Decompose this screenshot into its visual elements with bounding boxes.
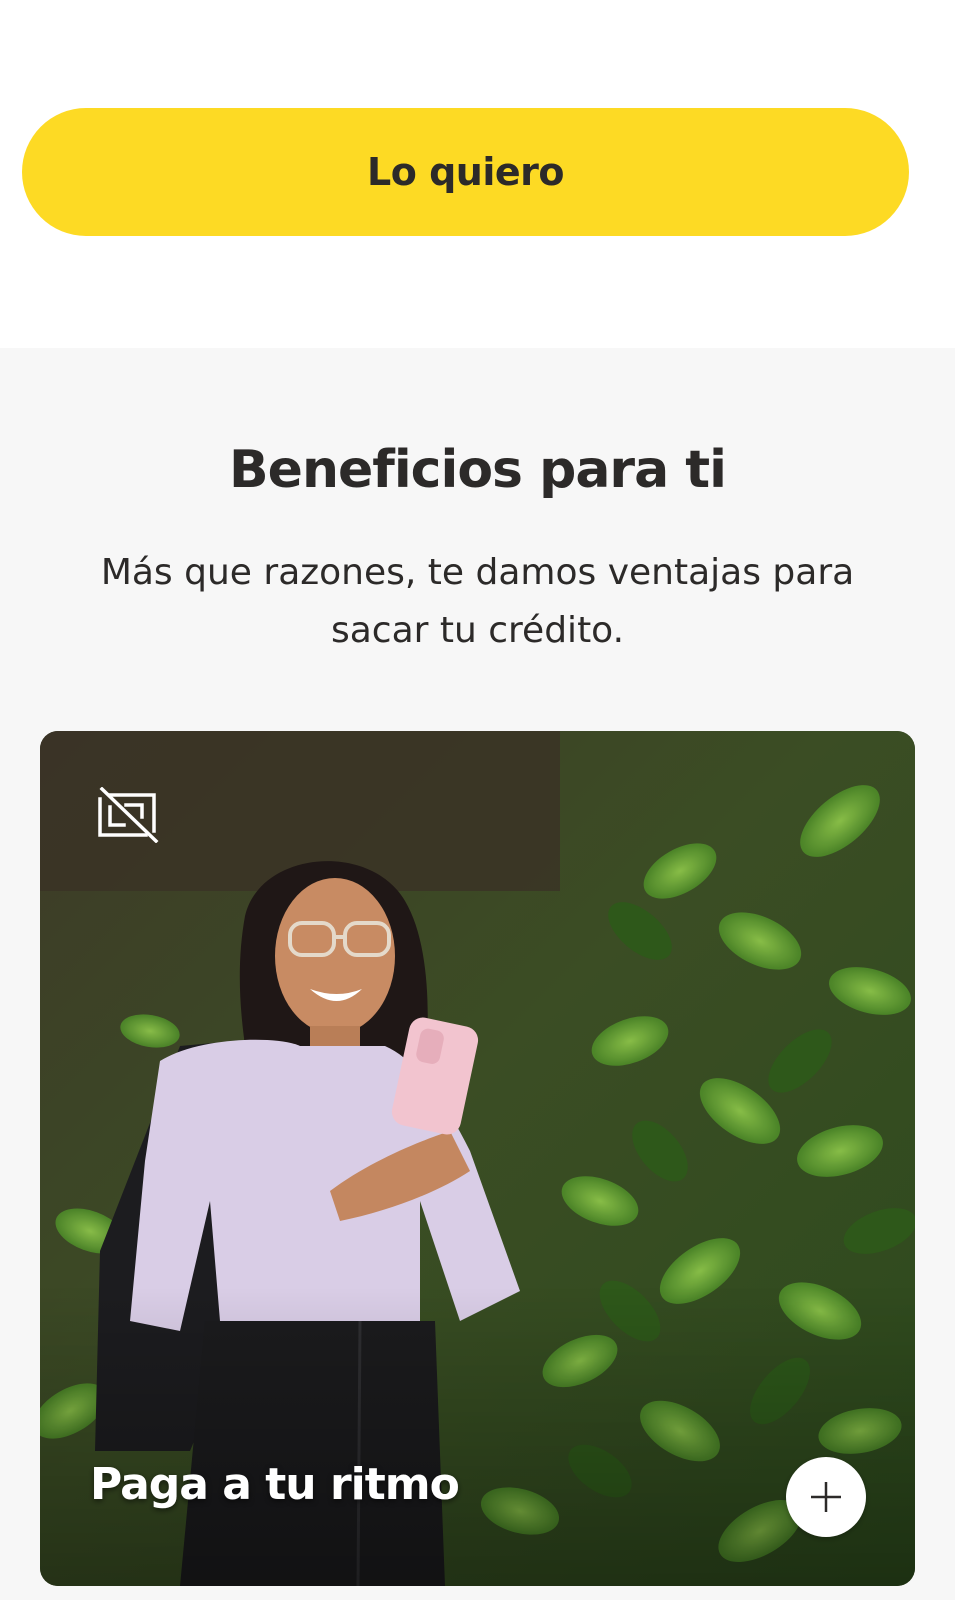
plus-icon: [811, 1482, 841, 1512]
benefit-card[interactable]: Paga a tu ritmo: [40, 731, 915, 1586]
video-off-icon[interactable]: [96, 787, 160, 843]
card-title: Paga a tu ritmo: [90, 1459, 460, 1510]
top-section: Lo quiero: [0, 0, 955, 348]
woman-with-phone-photo: [40, 731, 915, 1586]
benefits-subtitle: Más que razones, te damos ventajas para …: [100, 552, 855, 651]
benefits-section: Beneficios para ti Más que razones, te d…: [0, 348, 955, 1600]
expand-button[interactable]: [786, 1457, 866, 1537]
lo-quiero-button[interactable]: Lo quiero: [22, 108, 909, 236]
benefits-title: Beneficios para ti: [229, 440, 727, 500]
